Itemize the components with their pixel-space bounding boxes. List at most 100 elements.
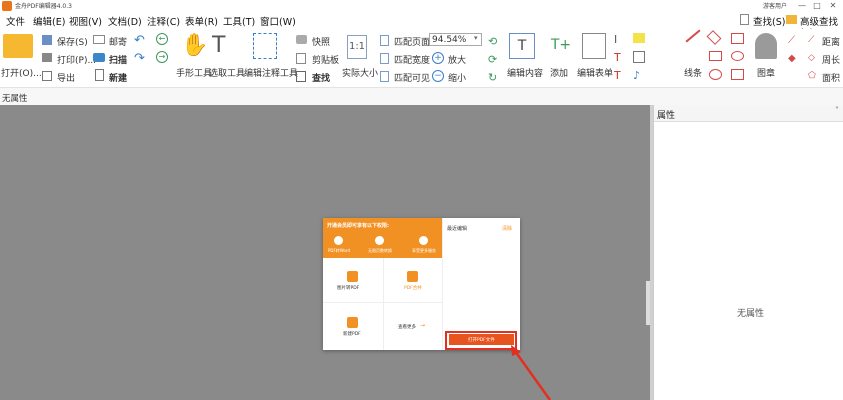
refresh-icon[interactable]: ↻ — [488, 71, 497, 84]
actual-size-icon: 1:1 — [347, 35, 367, 59]
hand-tool-button[interactable]: 手形工具 — [176, 66, 212, 79]
rotate-left-icon[interactable]: ⟲ — [488, 35, 497, 48]
open-button[interactable]: 打开(O)... — [1, 66, 42, 79]
cloud-tool-icon[interactable] — [731, 33, 744, 44]
line-tool-icon[interactable] — [685, 29, 701, 43]
chevron-down-icon: ▾ — [474, 34, 478, 42]
feature-unlimited-pages: 无限页数转换 — [368, 248, 392, 253]
comment-icon[interactable] — [633, 33, 645, 43]
distance-button[interactable]: 距离 — [822, 35, 840, 48]
properties-panel-header: 属性 ˅ — [654, 105, 843, 122]
close-button[interactable]: ✕ — [826, 0, 840, 12]
edit-form-icon — [582, 33, 606, 59]
perimeter-icon: ◇ — [808, 53, 815, 63]
pdf-merge-tile[interactable]: PDF合并 — [383, 258, 442, 303]
area-button[interactable]: 面积 — [822, 71, 840, 84]
fit-visible-button[interactable]: 匹配可见 — [394, 71, 430, 84]
maximize-button[interactable]: □ — [810, 0, 824, 12]
snapshot-button[interactable]: 快照 — [312, 35, 330, 48]
scan-button[interactable]: 扫描 — [109, 53, 127, 66]
edit-annotation-button[interactable]: 编辑注释工具 — [244, 66, 298, 79]
strikeout-icon[interactable]: T — [614, 51, 621, 64]
pentagon-tool-icon[interactable] — [731, 69, 744, 80]
properties-panel: 属性 ˅ 无属性 — [653, 105, 843, 400]
title-bar: 金舟PDF编辑器4.0.3 游客用户 — □ ✕ — [0, 0, 843, 12]
user-label[interactable]: 游客用户 — [763, 1, 787, 10]
minimize-button[interactable]: — — [795, 0, 809, 12]
see-more-tile[interactable]: 查看更多 → — [383, 302, 442, 350]
stamp-icon — [755, 33, 777, 59]
panel-close-icon[interactable]: ˅ — [835, 106, 839, 115]
print-button[interactable]: 打印(P)... — [57, 53, 96, 66]
pdf-merge-label: PDF合并 — [404, 286, 422, 291]
export-button[interactable]: 导出 — [57, 71, 75, 84]
undo-icon[interactable]: ↶ — [134, 33, 145, 48]
fit-page-button[interactable]: 匹配页面 — [394, 35, 430, 48]
merge-icon — [407, 271, 418, 282]
menu-view[interactable]: 视图(V) — [69, 14, 102, 28]
add-icon: T+ — [550, 37, 572, 53]
text-cursor-icon[interactable]: I — [614, 33, 617, 46]
menu-tools[interactable]: 工具(T) — [223, 14, 255, 28]
forward-icon[interactable]: → — [156, 51, 168, 63]
redo-icon[interactable]: ↷ — [134, 51, 145, 66]
vip-promo-text: 开通会员即可享有以下权限: — [327, 223, 390, 229]
actual-size-button[interactable]: 实际大小 — [342, 66, 378, 79]
edit-form-button[interactable]: 编辑表单 — [577, 66, 613, 79]
edit-content-button[interactable]: 编辑内容 — [507, 66, 543, 79]
mail-icon — [93, 35, 105, 44]
clear-recent-button[interactable]: 清除 — [502, 225, 512, 232]
ellipse-tool-icon[interactable] — [731, 51, 744, 61]
find-menu[interactable]: 查找(S) — [753, 14, 785, 28]
find-button[interactable]: 查找 — [312, 71, 330, 84]
menu-comment[interactable]: 注释(C) — [147, 14, 180, 28]
ribbon-toolbar: 打开(O)... 保存(S) 打印(P)... 导出 邮寄 扫描 新建 ↶ ↷ … — [0, 29, 843, 88]
feature-pdf-to-word: PDF转Word — [328, 248, 351, 253]
window-title: 金舟PDF编辑器4.0.3 — [15, 3, 72, 10]
new-pdf-label: 新建PDF — [343, 332, 361, 337]
mail-button[interactable]: 邮寄 — [109, 35, 127, 48]
new-pdf-tile[interactable]: 新建PDF — [323, 302, 384, 350]
rectangle-tool-icon[interactable] — [709, 51, 722, 61]
arrow-right-icon: → — [420, 322, 426, 329]
lines-button[interactable]: 线条 — [684, 66, 702, 79]
edit-annotation-icon — [253, 33, 277, 59]
add-button[interactable]: 添加 — [550, 66, 568, 79]
new-doc-icon — [95, 69, 104, 81]
save-button[interactable]: 保存(S) — [57, 35, 88, 48]
polygon-tool-icon[interactable] — [706, 30, 722, 45]
menu-document[interactable]: 文档(D) — [108, 14, 142, 28]
zoom-in-button[interactable]: 放大 — [448, 53, 466, 66]
perimeter-button[interactable]: 周长 — [822, 53, 840, 66]
vip-promo-banner[interactable]: 开通会员即可享有以下权限: PDF转Word 无限页数转换 享受更多服务 — [323, 218, 442, 258]
new-pdf-icon — [347, 317, 358, 328]
circle-tool-icon[interactable] — [709, 69, 722, 80]
underline-icon[interactable]: T — [614, 69, 621, 82]
open-folder-icon[interactable] — [3, 34, 33, 58]
zoom-out-button[interactable]: 缩小 — [448, 71, 466, 84]
select-cursor-icon: T — [212, 33, 226, 58]
new-button[interactable]: 新建 — [109, 71, 127, 84]
ruler-icon: ⟋ — [788, 35, 795, 46]
back-icon[interactable]: ← — [156, 33, 168, 45]
select-tool-button[interactable]: 选取工具 — [209, 66, 245, 79]
image-icon — [347, 271, 358, 282]
stamp-button[interactable]: 图章 — [757, 66, 775, 79]
fit-width-button[interactable]: 匹配宽度 — [394, 53, 430, 66]
menu-file[interactable]: 文件 — [6, 14, 25, 28]
menu-window[interactable]: 窗口(W) — [260, 14, 296, 28]
feature-more-services: 享受更多服务 — [412, 248, 436, 253]
menu-form[interactable]: 表单(R) — [185, 14, 218, 28]
zoom-select[interactable]: 94.54% ▾ — [429, 33, 482, 46]
save-icon — [42, 35, 52, 45]
img-to-pdf-tile[interactable]: 图片转PDF — [323, 258, 384, 303]
eraser-icon: ◆ — [788, 53, 796, 64]
clipboard-button[interactable]: 剪贴板 — [312, 53, 339, 66]
scan-icon — [93, 53, 105, 62]
menu-edit[interactable]: 编辑(E) — [33, 14, 65, 28]
unlimited-pages-icon — [375, 236, 384, 245]
attach-icon[interactable] — [633, 51, 645, 63]
print-icon — [42, 53, 52, 62]
rotate-right-icon[interactable]: ⟳ — [488, 53, 497, 66]
sound-icon[interactable]: ♪ — [633, 69, 640, 82]
